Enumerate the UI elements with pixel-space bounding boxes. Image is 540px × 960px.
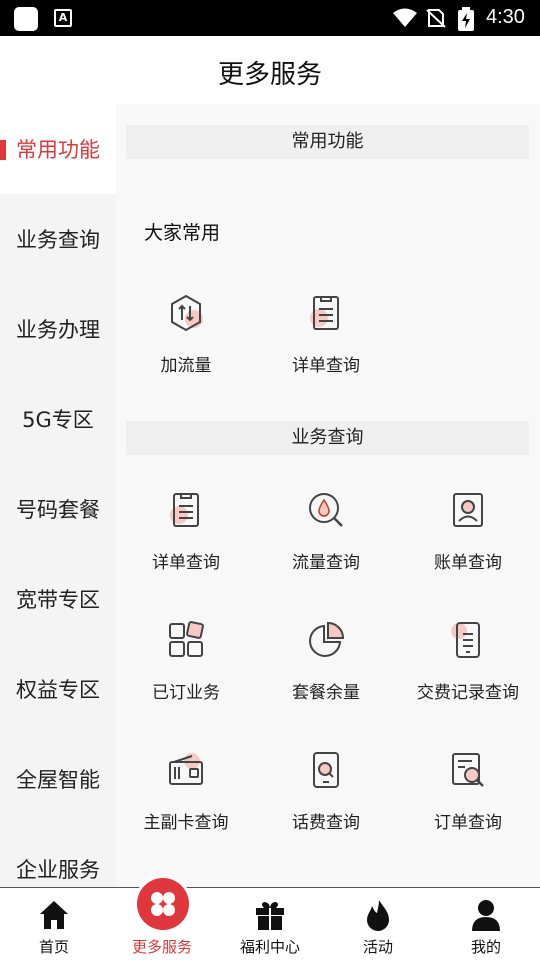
nav-label: 活动 [362,938,393,956]
service-order-query[interactable]: 订单查询 [398,750,538,860]
sidebar-item-common-functions[interactable]: 常用功能 [0,104,116,194]
nav-mine[interactable]: 我的 [432,888,540,960]
services-content: 常用功能 大家常用 加流量 详单查询 业务查询 详单查询 流量查询 账单查询 已… [116,104,540,887]
nav-more-services[interactable]: 更多服务 [108,878,216,960]
category-sidebar: 常用功能 业务查询 业务办理 5G专区 号码套餐 宽带专区 权益专区 全屋智能 … [0,104,116,887]
service-label: 流量查询 [292,553,360,573]
nav-label: 我的 [470,938,501,956]
title-bar: 更多服务 [0,36,540,104]
sidebar-item-enterprise[interactable]: 企业服务 [0,824,116,887]
sidebar-item-business-query[interactable]: 业务查询 [0,194,116,284]
battery-charging-icon [458,7,474,31]
nav-label: 更多服务 [131,938,192,956]
status-time: 4:30 [486,6,525,28]
payment-record-icon [451,622,480,658]
sidebar-item-smart-home[interactable]: 全屋智能 [0,734,116,824]
nav-welfare-center[interactable]: 福利中心 [216,888,324,960]
service-label: 详单查询 [292,356,360,376]
nav-label: 福利中心 [239,938,300,956]
service-label: 详单查询 [152,553,220,573]
bill-icon [453,493,483,527]
section-title-common: 常用功能 [126,125,529,159]
sidebar-item-broadband[interactable]: 宽带专区 [0,554,116,644]
section-title-business-query: 业务查询 [126,421,529,455]
order-search-icon [452,753,484,787]
service-payment-record[interactable]: 交费记录查询 [398,620,538,730]
user-icon [472,900,500,931]
sidebar-item-benefits[interactable]: 权益专区 [0,644,116,734]
service-bill-query[interactable]: 账单查询 [398,490,538,600]
service-plan-balance[interactable]: 套餐余量 [256,620,396,730]
service-detail-query-2[interactable]: 详单查询 [116,490,256,600]
more-services-icon [137,878,189,930]
service-detail-query[interactable]: 详单查询 [256,293,396,403]
service-label: 话费查询 [292,813,360,833]
nav-label: 首页 [38,938,69,956]
service-label: 交费记录查询 [417,683,519,703]
service-traffic-query[interactable]: 流量查询 [256,490,396,600]
flame-icon [367,900,389,931]
sidebar-item-number-plans[interactable]: 号码套餐 [0,464,116,554]
service-label: 套餐余量 [292,683,360,703]
service-label: 已订业务 [152,683,220,703]
page-title: 更多服务 [217,60,322,90]
pie-chart-icon [309,621,345,657]
status-bar: A 4:30 [0,0,540,36]
sidebar-item-business-handling[interactable]: 业务办理 [0,284,116,374]
detail-list-icon [310,296,339,330]
popular-subtitle: 大家常用 [144,222,221,244]
gift-icon [256,902,284,930]
traffic-query-icon [309,493,343,527]
no-sim-icon [426,9,446,28]
phone-fee-icon [313,752,339,788]
wallet-card-icon [169,753,203,785]
nav-home[interactable]: 首页 [0,888,108,960]
service-add-traffic[interactable]: 加流量 [116,293,256,403]
nav-activities[interactable]: 活动 [324,888,432,960]
bottom-navigation: 首页 更多服务 福利中心 活动 我的 [0,878,540,960]
service-label: 加流量 [160,356,212,376]
service-subscribed[interactable]: 已订业务 [116,620,256,730]
app-notification-icon [14,7,38,31]
wifi-icon [393,8,417,27]
traffic-add-icon [171,294,203,332]
sidebar-item-5g-zone[interactable]: 5G专区 [0,374,116,464]
detail-list-icon [170,493,199,527]
service-label: 订单查询 [434,813,502,833]
home-icon [40,901,68,929]
service-label: 主副卡查询 [143,813,229,833]
service-main-sub-card[interactable]: 主副卡查询 [116,750,256,860]
service-label: 账单查询 [434,553,502,573]
accessibility-notification-icon: A [54,9,72,27]
subscribed-grid-icon [169,621,204,657]
service-phone-fee[interactable]: 话费查询 [256,750,396,860]
